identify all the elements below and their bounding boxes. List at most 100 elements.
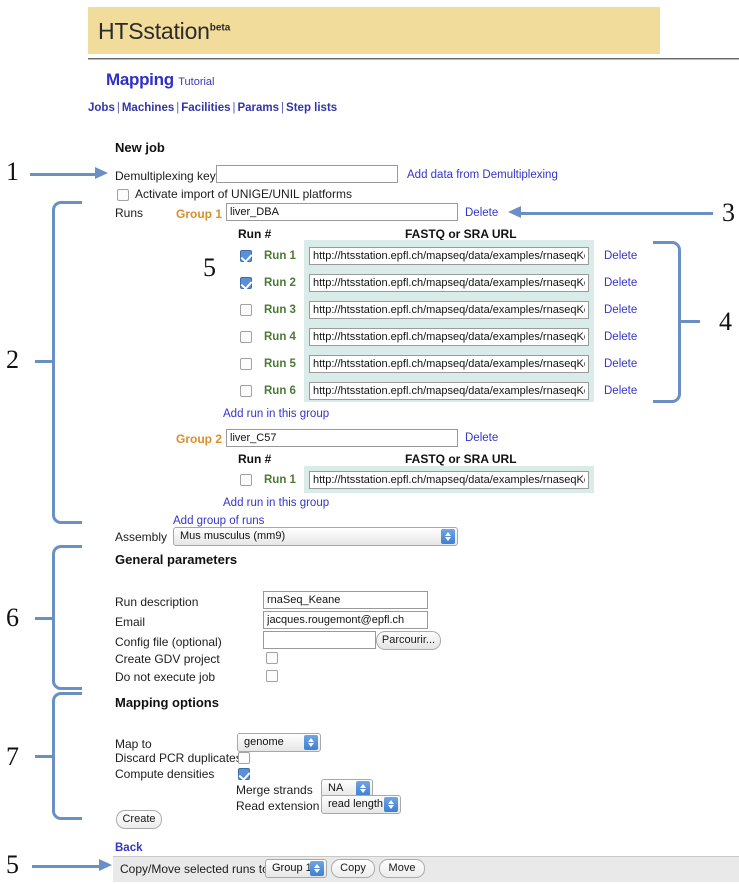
page-title-text: Mapping xyxy=(106,70,174,89)
discard-pcr-duplicates-checkbox[interactable] xyxy=(238,752,250,764)
group-1-run-6-delete-link[interactable]: Delete xyxy=(604,385,637,397)
annotation-number-5-upper: 5 xyxy=(203,253,216,282)
annotation-number-7: 7 xyxy=(6,742,19,771)
group-1-run-2-checkbox[interactable] xyxy=(240,277,252,289)
config-file-label: Config file (optional) xyxy=(115,635,222,649)
copy-move-group-select[interactable]: Group 1 xyxy=(265,859,327,878)
group-1-run-5-label: Run 5 xyxy=(264,358,296,370)
merge-strands-label: Merge strands xyxy=(236,783,313,797)
group-1-run-1-label: Run 1 xyxy=(264,250,296,262)
discard-pcr-duplicates-label: Discard PCR duplicates xyxy=(115,751,242,765)
updown-arrows-icon xyxy=(310,861,324,876)
group-2-add-run-link[interactable]: Add run in this group xyxy=(223,497,329,509)
group-1-col-header-run: Run # xyxy=(238,227,272,241)
group-1-run-1-checkbox[interactable] xyxy=(240,250,252,262)
runs-label: Runs xyxy=(115,206,144,220)
assembly-select-value: Mus musculus (mm9) xyxy=(180,530,286,542)
group-1-run-2-url-input[interactable] xyxy=(309,274,589,292)
group-2-delete-link[interactable]: Delete xyxy=(465,432,498,444)
group-1-run-4-delete-link[interactable]: Delete xyxy=(604,331,637,343)
email-input[interactable] xyxy=(263,611,428,629)
group-1-run-1-url-input[interactable] xyxy=(309,247,589,265)
group-1-add-run-link[interactable]: Add run in this group xyxy=(223,408,329,420)
group-1-run-5-url-input[interactable] xyxy=(309,355,589,373)
group-1-run-3-url-input[interactable] xyxy=(309,301,589,319)
demultiplexing-key-label: Demultiplexing key xyxy=(115,169,216,183)
create-gdv-project-checkbox[interactable] xyxy=(266,652,278,664)
group-1-delete-link[interactable]: Delete xyxy=(465,207,498,219)
assembly-label: Assembly xyxy=(115,530,168,544)
group-2-run-1-url-input[interactable] xyxy=(309,471,589,489)
annotation-number-3: 3 xyxy=(722,198,735,227)
nav-item-step-lists[interactable]: Step lists xyxy=(286,102,337,114)
group-1-run-5-checkbox[interactable] xyxy=(240,358,252,370)
assembly-select[interactable]: Mus musculus (mm9) xyxy=(173,527,458,546)
header-divider xyxy=(88,58,739,60)
nav-separator: | xyxy=(281,102,285,114)
nav-item-params[interactable]: Params xyxy=(237,102,279,114)
nav-item-machines[interactable]: Machines xyxy=(122,102,174,114)
annotation-brace-6-nub xyxy=(35,617,55,620)
group-1-run-6-url-input[interactable] xyxy=(309,382,589,400)
create-gdv-project-label: Create GDV project xyxy=(115,652,220,666)
read-extension-select[interactable]: read length xyxy=(321,795,401,814)
group-2-col-header-url: FASTQ or SRA URL xyxy=(405,452,517,466)
group-1-run-5-delete-link[interactable]: Delete xyxy=(604,358,637,370)
group-1-name-input[interactable] xyxy=(226,203,458,221)
compute-densities-label: Compute densities xyxy=(115,767,215,781)
map-to-label: Map to xyxy=(115,737,152,751)
site-brand-beta-tag: beta xyxy=(209,22,231,34)
copy-button[interactable]: Copy xyxy=(331,859,375,878)
group-1-run-3-checkbox[interactable] xyxy=(240,304,252,316)
do-not-execute-job-checkbox[interactable] xyxy=(266,670,278,682)
group-2-run-1-checkbox[interactable] xyxy=(240,474,252,486)
new-job-heading: New job xyxy=(115,140,165,155)
group-1-run-6-checkbox[interactable] xyxy=(240,385,252,397)
map-to-select[interactable]: genome xyxy=(237,733,321,752)
group-2-run-1-label: Run 1 xyxy=(264,474,296,486)
group-1-run-3-label: Run 3 xyxy=(264,304,296,316)
group-1-run-3-delete-link[interactable]: Delete xyxy=(604,304,637,316)
browse-file-button[interactable]: Parcourir... xyxy=(376,631,441,650)
main-nav: Jobs | Machines | Facilities | Params | Step lis… xyxy=(88,102,337,114)
general-parameters-heading: General parameters xyxy=(115,552,238,567)
annotation-number-1: 1 xyxy=(6,157,19,186)
email-label: Email xyxy=(115,615,146,629)
tutorial-link[interactable]: Tutorial xyxy=(178,76,214,88)
demultiplexing-key-input[interactable] xyxy=(216,165,398,183)
group-1-run-1-delete-link[interactable]: Delete xyxy=(604,250,637,262)
activate-import-checkbox[interactable] xyxy=(117,189,129,201)
group-2-name-input[interactable] xyxy=(226,429,458,447)
add-group-of-runs-link[interactable]: Add group of runs xyxy=(173,515,264,527)
merge-strands-select-value: NA xyxy=(328,782,344,794)
back-link[interactable]: Back xyxy=(115,842,143,854)
config-file-input[interactable] xyxy=(263,631,376,649)
annotation-brace-2 xyxy=(52,201,82,524)
annotation-brace-4-nub xyxy=(678,320,700,323)
updown-arrows-icon xyxy=(304,735,318,750)
nav-item-facilities[interactable]: Facilities xyxy=(181,102,230,114)
group-1-run-2-delete-link[interactable]: Delete xyxy=(604,277,637,289)
create-button[interactable]: Create xyxy=(116,810,162,829)
nav-item-jobs[interactable]: Jobs xyxy=(88,102,115,114)
move-button[interactable]: Move xyxy=(379,859,425,878)
run-description-label: Run description xyxy=(115,595,199,609)
group-1-run-4-checkbox[interactable] xyxy=(240,331,252,343)
annotation-number-6: 6 xyxy=(6,603,19,632)
mapping-options-heading: Mapping options xyxy=(115,695,219,710)
copy-move-group-value: Group 1 xyxy=(272,862,312,874)
group-1-run-4-url-input[interactable] xyxy=(309,328,589,346)
add-data-from-demultiplexing-link[interactable]: Add data from Demultiplexing xyxy=(407,169,558,181)
group-1-run-6-label: Run 6 xyxy=(264,385,296,397)
annotation-number-2: 2 xyxy=(6,345,19,374)
nav-separator: | xyxy=(116,102,120,114)
group-1-label: Group 1 xyxy=(176,207,223,221)
group-1-run-4-label: Run 4 xyxy=(264,331,296,343)
page-container: HTSstationbeta Mapping Tutorial Jobs | Mac… xyxy=(88,0,739,884)
page-title: Mapping Tutorial xyxy=(106,70,215,90)
run-description-input[interactable] xyxy=(263,591,428,609)
annotation-brace-6 xyxy=(52,545,82,690)
site-brand: HTSstationbeta xyxy=(98,18,230,45)
compute-densities-checkbox[interactable] xyxy=(238,768,250,780)
annotation-brace-2-nub xyxy=(35,360,55,363)
